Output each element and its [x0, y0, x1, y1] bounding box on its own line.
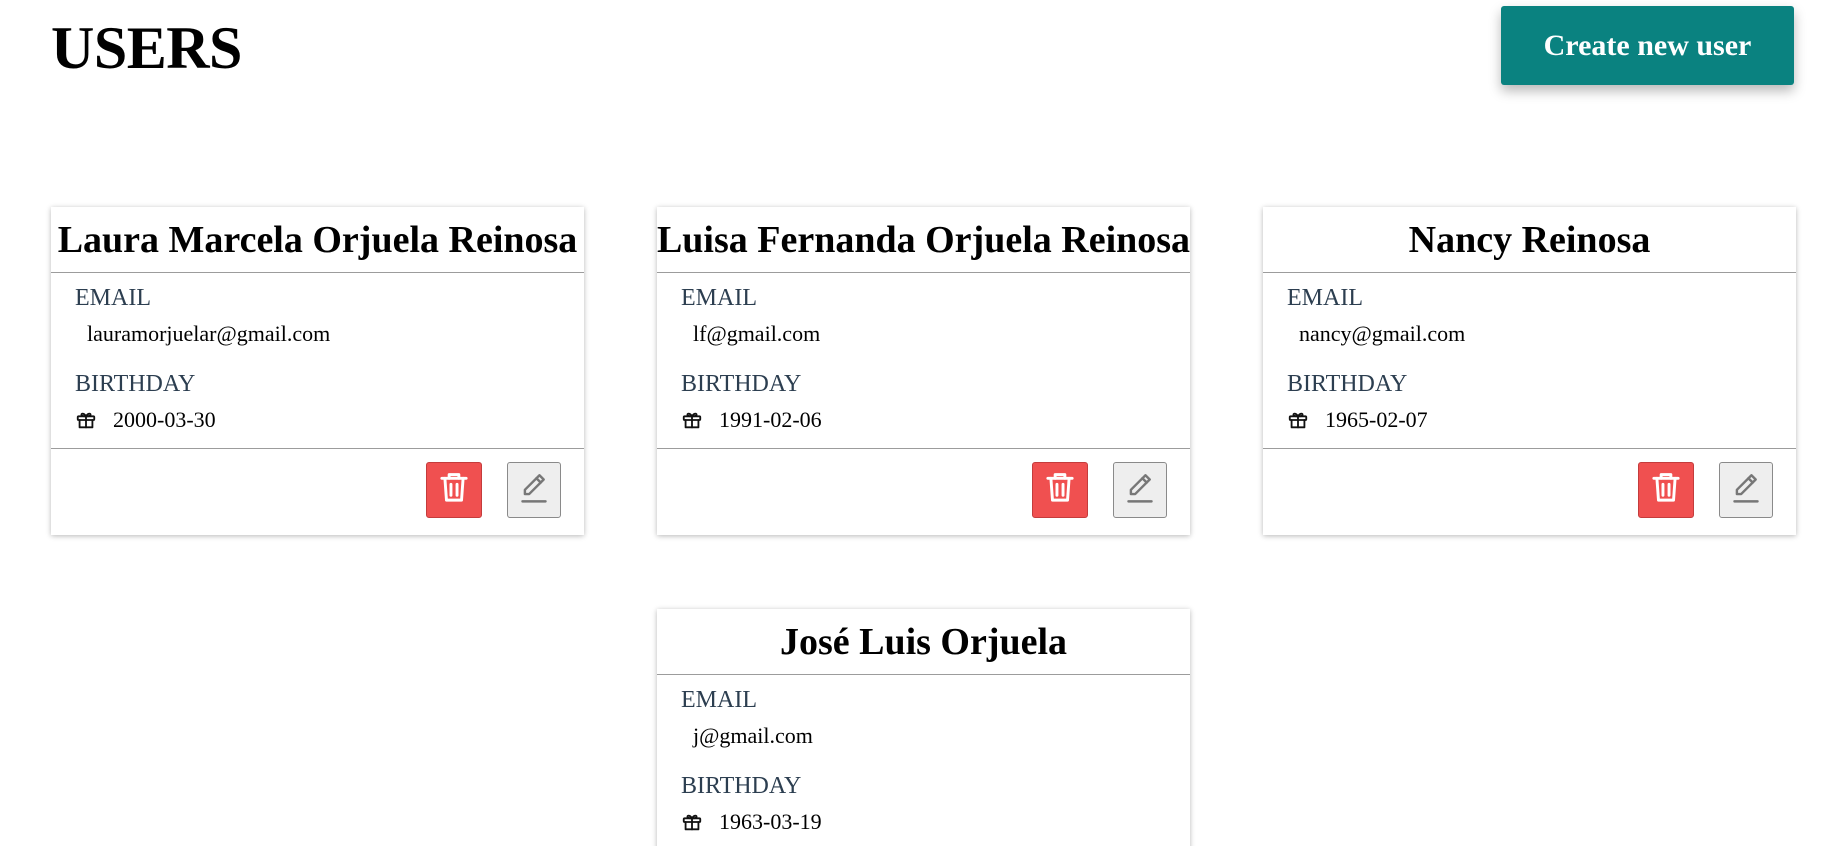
user-name: Nancy Reinosa: [1263, 207, 1796, 273]
email-value: nancy@gmail.com: [1299, 321, 1466, 346]
trash-icon: [1045, 471, 1075, 510]
email-label: EMAIL: [75, 285, 151, 311]
email-label: EMAIL: [681, 285, 757, 311]
email-value: j@gmail.com: [693, 723, 813, 748]
birthday-row: 2000-03-30: [75, 405, 584, 435]
delete-user-button[interactable]: [1638, 462, 1694, 518]
birthday-value: 1991-02-06: [719, 407, 822, 432]
trash-icon: [439, 471, 469, 510]
delete-user-button[interactable]: [426, 462, 482, 518]
gift-icon: [681, 811, 703, 833]
birthday-value: 1965-02-07: [1325, 407, 1428, 432]
user-details: EMAIL lf@gmail.com BIRTHDAY 1991-02-06: [657, 273, 1190, 448]
card-actions: [51, 448, 584, 535]
user-details: EMAIL j@gmail.com BIRTHDAY 1963-03-19: [657, 675, 1190, 846]
birthday-row: 1965-02-07: [1287, 405, 1796, 435]
email-label: EMAIL: [681, 687, 757, 713]
gift-icon: [681, 409, 703, 431]
edit-user-button[interactable]: [507, 462, 561, 518]
pencil-icon: [1125, 471, 1155, 510]
user-details: EMAIL lauramorjuelar@gmail.com BIRTHDAY …: [51, 273, 584, 448]
birthday-value: 1963-03-19: [719, 809, 822, 834]
edit-user-button[interactable]: [1719, 462, 1773, 518]
user-name: Luisa Fernanda Orjuela Reinosa: [657, 207, 1190, 273]
user-card: José Luis Orjuela EMAIL j@gmail.com BIRT…: [657, 609, 1190, 846]
gift-icon: [75, 409, 97, 431]
email-label: EMAIL: [1287, 285, 1363, 311]
delete-user-button[interactable]: [1032, 462, 1088, 518]
user-card: Laura Marcela Orjuela Reinosa EMAIL laur…: [51, 207, 584, 535]
card-actions: [1263, 448, 1796, 535]
edit-user-button[interactable]: [1113, 462, 1167, 518]
user-name: José Luis Orjuela: [657, 609, 1190, 675]
users-page: USERS Create new user Laura Marcela Orju…: [0, 0, 1834, 846]
user-card: Nancy Reinosa EMAIL nancy@gmail.com BIRT…: [1263, 207, 1796, 535]
email-value: lauramorjuelar@gmail.com: [87, 321, 331, 346]
user-card: Luisa Fernanda Orjuela Reinosa EMAIL lf@…: [657, 207, 1190, 535]
gift-icon: [1287, 409, 1309, 431]
pencil-icon: [1731, 471, 1761, 510]
pencil-icon: [519, 471, 549, 510]
user-details: EMAIL nancy@gmail.com BIRTHDAY 1965-02-0…: [1263, 273, 1796, 448]
trash-icon: [1651, 471, 1681, 510]
card-actions: [657, 448, 1190, 535]
birthday-row: 1963-03-19: [681, 807, 1190, 837]
birthday-row: 1991-02-06: [681, 405, 1190, 435]
email-value: lf@gmail.com: [693, 321, 821, 346]
birthday-label: BIRTHDAY: [681, 773, 802, 799]
birthday-label: BIRTHDAY: [681, 371, 802, 397]
create-new-user-button[interactable]: Create new user: [1501, 6, 1794, 85]
user-name: Laura Marcela Orjuela Reinosa: [51, 207, 584, 273]
page-title: USERS: [51, 15, 242, 81]
birthday-label: BIRTHDAY: [75, 371, 196, 397]
birthday-value: 2000-03-30: [113, 407, 216, 432]
birthday-label: BIRTHDAY: [1287, 371, 1408, 397]
